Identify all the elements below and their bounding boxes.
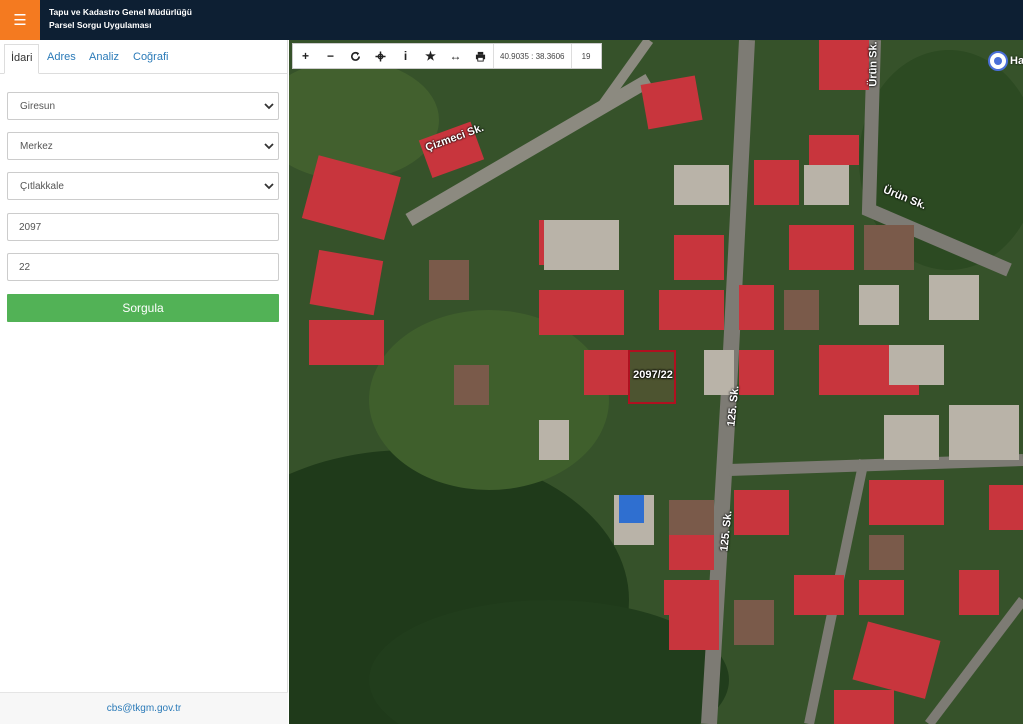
print-button[interactable] — [468, 44, 493, 68]
block-value: 2097 — [19, 221, 42, 233]
poi-marker-icon[interactable] — [988, 51, 1008, 71]
chevron-down-icon — [264, 183, 274, 190]
parcel-input[interactable]: 22 — [7, 253, 279, 281]
app-title-line2: Parsel Sorgu Uygulaması — [49, 20, 152, 30]
province-select[interactable]: Giresun — [7, 92, 279, 120]
chevron-down-icon — [264, 103, 274, 110]
app-title-line1: Tapu ve Kadastro Genel Müdürlüğü — [49, 7, 192, 17]
measure-icon: ↔ — [449, 49, 462, 63]
coordinate-readout: 40.9035 : 38.3606 — [493, 44, 571, 68]
zoom-in-button[interactable]: + — [293, 44, 318, 68]
measure-button[interactable]: ↔ — [443, 44, 468, 68]
info-button[interactable]: i — [393, 44, 418, 68]
map-toolbar: + − i ★ ↔ 40.9035 : 38.3606 19 — [292, 43, 602, 69]
tab-cografi[interactable]: Coğrafi — [133, 51, 168, 63]
tab-adres[interactable]: Adres — [47, 51, 76, 63]
street-label-urun-vertical: Ürün Sk. — [867, 41, 880, 87]
star-icon: ★ — [425, 49, 436, 63]
top-bar: ☰ Tapu ve Kadastro Genel Müdürlüğü Parse… — [0, 0, 1023, 40]
refresh-button[interactable] — [343, 44, 368, 68]
neighborhood-select[interactable]: Çıtlakkale — [7, 172, 279, 200]
poi-label: Ha — [1010, 55, 1023, 67]
tab-bar: İdari Adres Analiz Coğrafi — [0, 40, 288, 74]
menu-button[interactable]: ☰ — [0, 0, 40, 40]
tab-analiz[interactable]: Analiz — [89, 51, 119, 63]
info-icon: i — [403, 49, 408, 63]
chevron-down-icon — [264, 143, 274, 150]
sidebar: İdari Adres Analiz Coğrafi Giresun Merke… — [0, 40, 288, 724]
app-title: Tapu ve Kadastro Genel Müdürlüğü Parsel … — [49, 6, 192, 32]
pan-icon — [375, 50, 386, 62]
zoom-in-icon: + — [301, 49, 309, 63]
neighborhood-value: Çıtlakkale — [20, 180, 64, 192]
parcel-value: 22 — [19, 261, 31, 273]
contact-email-link[interactable]: cbs@tkgm.gov.tr — [107, 703, 181, 714]
print-icon — [475, 51, 486, 62]
refresh-icon — [351, 51, 360, 61]
footer: cbs@tkgm.gov.tr — [0, 692, 288, 724]
zoom-out-icon: − — [326, 49, 334, 63]
query-button[interactable]: Sorgula — [7, 294, 279, 322]
zoom-out-button[interactable]: − — [318, 44, 343, 68]
pan-button[interactable] — [368, 44, 393, 68]
zoom-level-readout: 19 — [570, 44, 601, 68]
district-select[interactable]: Merkez — [7, 132, 279, 160]
parcel-label: 2097/22 — [633, 369, 673, 381]
tab-idari[interactable]: İdari — [4, 44, 40, 74]
district-value: Merkez — [20, 140, 53, 152]
block-input[interactable]: 2097 — [7, 213, 279, 241]
province-value: Giresun — [20, 100, 56, 112]
hamburger-icon: ☰ — [13, 12, 27, 29]
favorite-button[interactable]: ★ — [418, 44, 443, 68]
